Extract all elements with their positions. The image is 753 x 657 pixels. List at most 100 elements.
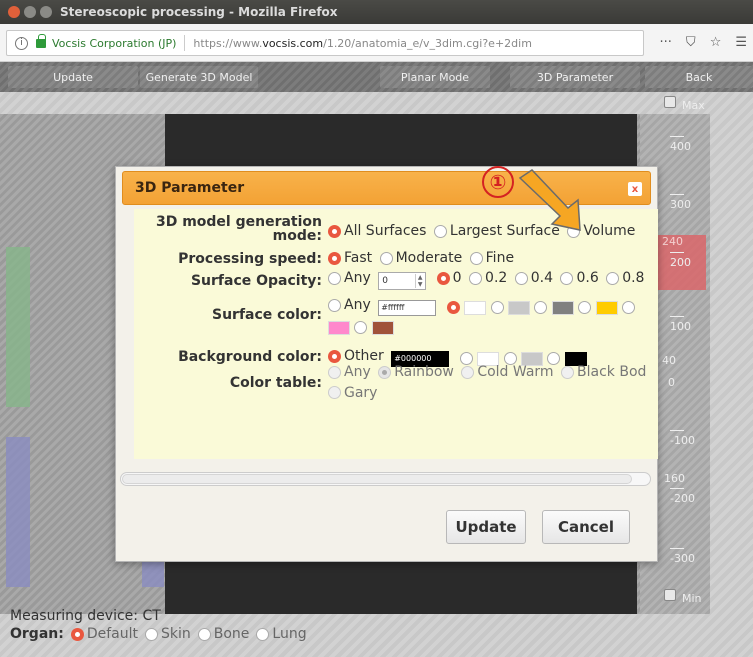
all-surfaces-radio[interactable] bbox=[328, 224, 341, 238]
window-minimize-button[interactable] bbox=[24, 6, 36, 18]
color-table-rainbow-label: Rainbow bbox=[394, 364, 454, 380]
surface-color-lightgray-radio[interactable] bbox=[490, 301, 504, 314]
organ-selector: Organ: Default Skin Bone Lung bbox=[10, 626, 307, 642]
url-field[interactable]: i Vocsis Corporation (JP) https://www.vo… bbox=[6, 30, 644, 56]
ruler-side-label-40: 40 bbox=[662, 354, 676, 367]
lock-icon bbox=[36, 33, 46, 48]
dialog-horizontal-scrollbar[interactable] bbox=[120, 472, 651, 486]
generation-mode-label: 3D model generation mode: bbox=[144, 215, 322, 243]
organ-option-lung: Lung bbox=[272, 626, 307, 642]
info-icon[interactable]: i bbox=[15, 36, 28, 50]
fine-radio[interactable] bbox=[469, 251, 483, 265]
opacity-0.8-radio[interactable] bbox=[606, 271, 620, 285]
color-table-gary-label: Gary bbox=[344, 384, 378, 401]
color-table-options: Any Rainbow Cold Warm Black Bod Gary bbox=[328, 363, 658, 404]
url-actions: ··· ⛉ ☆ ☰ bbox=[660, 35, 747, 50]
generate-3d-model-button[interactable]: Generate 3D Model bbox=[140, 66, 258, 88]
organ-bone-radio[interactable] bbox=[197, 627, 211, 641]
region-overlay-green bbox=[6, 247, 30, 407]
url-domain: vocsis.com bbox=[262, 36, 324, 50]
surface-color-options: Any #ffffff bbox=[328, 295, 658, 338]
processing-speed-options: Fast Moderate Fine bbox=[328, 250, 517, 269]
organ-lung-radio[interactable] bbox=[256, 627, 270, 641]
surface-color-brown-radio[interactable] bbox=[354, 321, 368, 334]
background-other-radio[interactable] bbox=[328, 349, 341, 363]
surface-color-brown-swatch bbox=[371, 320, 394, 335]
opacity-0.6-radio[interactable] bbox=[560, 271, 574, 285]
surface-color-white-radio[interactable] bbox=[446, 301, 460, 314]
pocket-icon[interactable]: ⛉ bbox=[686, 35, 696, 50]
ruler-tick bbox=[670, 252, 684, 253]
window-title: Stereoscopic processing - Mozilla Firefo… bbox=[60, 5, 338, 19]
opacity-0.2-radio[interactable] bbox=[469, 271, 483, 285]
surface-color-any-radio[interactable] bbox=[328, 298, 341, 312]
back-button[interactable]: Back bbox=[645, 66, 753, 88]
window-controls bbox=[8, 6, 52, 18]
menu-hamburger-icon[interactable]: ☰ bbox=[735, 35, 747, 50]
organ-skin-radio[interactable] bbox=[145, 627, 158, 641]
page-actions-icon[interactable]: ··· bbox=[660, 35, 672, 50]
site-toolbar: Update Generate 3D Model Planar Mode 3D … bbox=[0, 62, 753, 92]
region-overlay-blue bbox=[6, 437, 30, 587]
color-table-cold-warm-radio[interactable] bbox=[461, 365, 475, 379]
opacity-0-radio[interactable] bbox=[436, 271, 450, 285]
color-table-black-body-label: Black Bod bbox=[577, 364, 647, 380]
dialog-cancel-button[interactable]: Cancel bbox=[542, 510, 630, 544]
dialog-title: 3D Parameter bbox=[135, 180, 245, 196]
moderate-label: Moderate bbox=[395, 250, 463, 266]
color-table-gary-radio[interactable] bbox=[328, 386, 341, 399]
ruler-tick bbox=[670, 488, 684, 489]
fast-radio[interactable] bbox=[328, 251, 341, 265]
surface-color-gray-radio[interactable] bbox=[534, 301, 548, 314]
url-text[interactable]: https://www.vocsis.com/1.20/anatomia_e/v… bbox=[193, 37, 532, 50]
opacity-spinner[interactable]: ▲ ▼ bbox=[415, 273, 424, 288]
dialog-update-button[interactable]: Update bbox=[446, 510, 526, 544]
surface-color-yellow-radio[interactable] bbox=[578, 301, 592, 314]
all-surfaces-label: All Surfaces bbox=[344, 223, 427, 239]
min-label: Min bbox=[682, 592, 702, 605]
ruler-label-100: 100 bbox=[670, 320, 691, 333]
ruler-tick bbox=[670, 136, 684, 137]
site-identity[interactable]: Vocsis Corporation (JP) bbox=[52, 37, 176, 50]
scrollbar-thumb[interactable] bbox=[122, 474, 632, 484]
surface-color-pink-radio[interactable] bbox=[622, 301, 636, 314]
opacity-0.6-label: 0.6 bbox=[576, 270, 599, 286]
generation-mode-label-line1: 3D model generation bbox=[155, 214, 322, 230]
bookmark-star-icon[interactable]: ☆ bbox=[710, 35, 722, 50]
surface-opacity-options: Any 0 ▲ ▼ 0 0.2 0.4 0.6 0.8 bbox=[328, 270, 647, 290]
annotation-arrow-icon bbox=[518, 169, 581, 231]
processing-speed-label: Processing speed: bbox=[178, 251, 322, 267]
surface-color-any-label: Any bbox=[344, 297, 371, 313]
planar-mode-button[interactable]: Planar Mode bbox=[380, 66, 490, 88]
ruler-tick bbox=[670, 316, 684, 317]
window-titlebar: Stereoscopic processing - Mozilla Firefo… bbox=[0, 0, 753, 24]
color-table-any-radio[interactable] bbox=[328, 365, 341, 379]
color-table-black-body-radio[interactable] bbox=[561, 365, 575, 379]
ruler-label-minus-300: -300 bbox=[670, 552, 695, 565]
surface-color-gray-swatch bbox=[551, 300, 574, 315]
url-prefix: https://www. bbox=[193, 36, 263, 50]
color-table-rainbow-radio[interactable] bbox=[378, 365, 392, 379]
update-button[interactable]: Update bbox=[8, 66, 138, 88]
window-close-button[interactable] bbox=[8, 6, 20, 18]
organ-option-bone: Bone bbox=[213, 626, 250, 642]
window-maximize-button[interactable] bbox=[40, 6, 52, 18]
largest-surface-radio[interactable] bbox=[433, 224, 447, 238]
moderate-radio[interactable] bbox=[379, 251, 393, 265]
organ-default-radio[interactable] bbox=[70, 627, 84, 641]
ruler-label-200: 200 bbox=[670, 256, 691, 269]
opacity-0.8-label: 0.8 bbox=[622, 270, 645, 286]
dialog-close-button[interactable]: x bbox=[628, 182, 642, 196]
organ-option-skin: Skin bbox=[161, 626, 191, 642]
surface-color-input[interactable]: #ffffff bbox=[378, 299, 437, 316]
max-checkbox[interactable] bbox=[664, 96, 676, 108]
opacity-any-radio[interactable] bbox=[328, 271, 341, 285]
min-checkbox[interactable] bbox=[664, 589, 676, 601]
max-label: Max bbox=[682, 99, 705, 112]
3d-parameter-button[interactable]: 3D Parameter bbox=[510, 66, 640, 88]
generation-mode-label-line2: mode: bbox=[272, 228, 322, 244]
ruler-label-400: 400 bbox=[670, 140, 691, 153]
opacity-number-input[interactable]: 0 ▲ ▼ bbox=[378, 271, 427, 290]
surface-opacity-label: Surface Opacity: bbox=[190, 273, 322, 289]
opacity-0.4-radio[interactable] bbox=[514, 271, 528, 285]
